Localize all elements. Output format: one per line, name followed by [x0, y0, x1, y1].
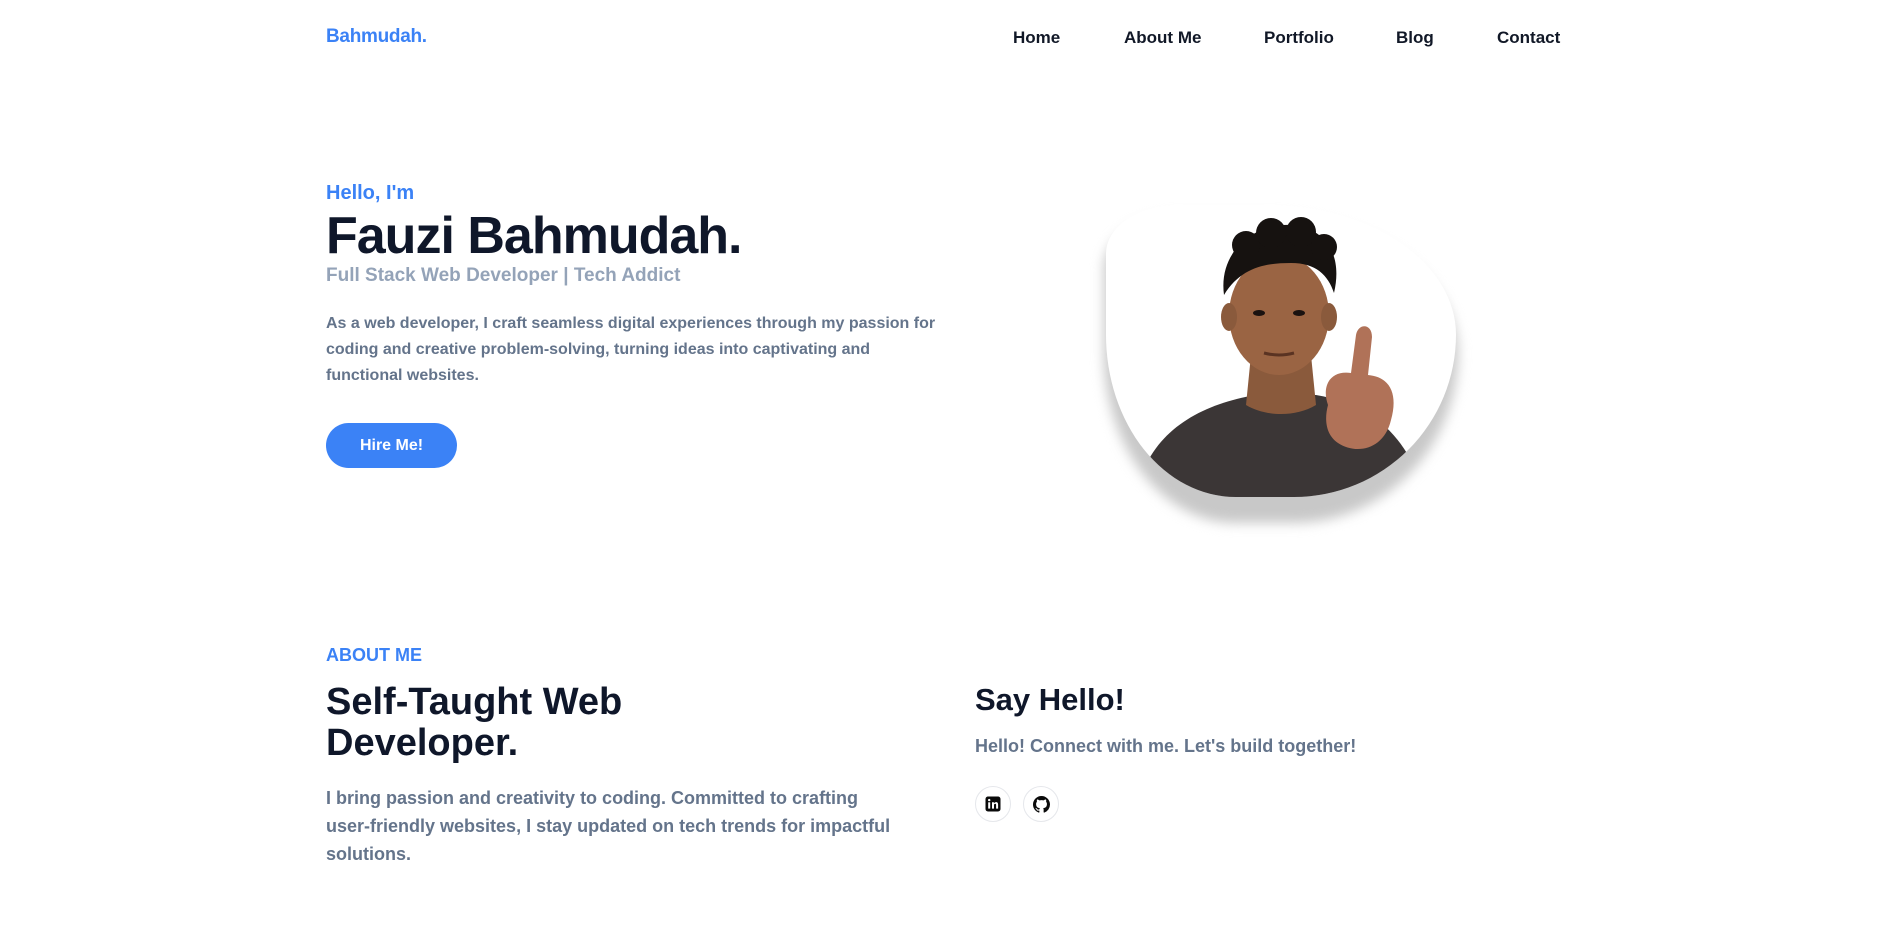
say-hello-description: Hello! Connect with me. Let's build toge…: [975, 736, 1357, 756]
about-description: I bring passion and creativity to coding…: [326, 788, 891, 864]
linkedin-icon: [985, 796, 1001, 812]
portrait-illustration: [1136, 217, 1426, 497]
hero-name: Fauzi Bahmudah.: [326, 207, 742, 265]
profile-photo: [1104, 205, 1464, 527]
hero-section: Hello, I'm Fauzi Bahmudah. Full Stack We…: [326, 182, 946, 389]
nav-contact[interactable]: Contact: [1497, 28, 1560, 48]
photo-frame: [1106, 205, 1456, 497]
about-title: Self-Taught Web Developer.: [326, 681, 623, 764]
nav-blog[interactable]: Blog: [1396, 28, 1434, 48]
github-link[interactable]: [1023, 786, 1059, 822]
hero-role: Full Stack Web Developer | Tech Addict: [326, 265, 681, 286]
top-navbar: Bahmudah. Home About Me Portfolio Blog C…: [0, 0, 1903, 78]
nav-portfolio[interactable]: Portfolio: [1264, 28, 1334, 48]
hero-description: As a web developer, I craft seamless dig…: [326, 315, 936, 384]
about-section-label: ABOUT ME: [326, 645, 422, 665]
github-icon: [1032, 795, 1050, 813]
say-hello-title: Say Hello!: [975, 682, 1125, 717]
hero-greeting: Hello, I'm: [326, 182, 415, 204]
linkedin-link[interactable]: [975, 786, 1011, 822]
nav-about-me[interactable]: About Me: [1124, 28, 1201, 48]
hire-me-button[interactable]: Hire Me!: [326, 423, 457, 468]
nav-home[interactable]: Home: [1013, 28, 1060, 48]
site-logo[interactable]: Bahmudah.: [326, 26, 427, 48]
